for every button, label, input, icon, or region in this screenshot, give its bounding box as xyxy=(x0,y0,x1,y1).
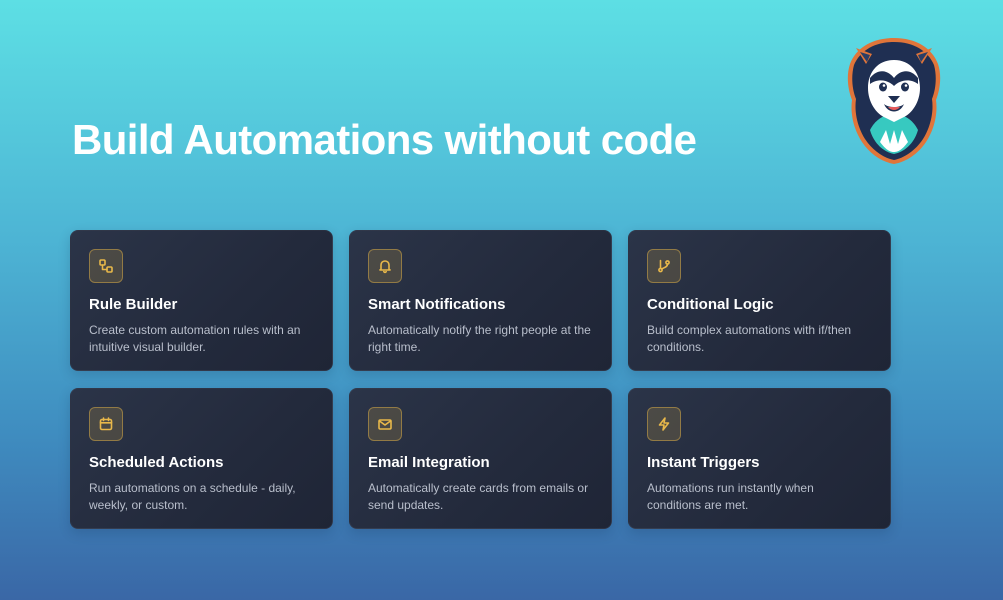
flow-blocks-icon xyxy=(89,249,123,283)
feature-title: Email Integration xyxy=(368,454,490,471)
feature-description: Automatically notify the right people at… xyxy=(368,323,591,354)
bell-icon xyxy=(368,249,402,283)
feature-card-rule-builder[interactable]: Rule Builder Create custom automation ru… xyxy=(70,230,333,371)
feature-card-email-integration[interactable]: Email Integration Automatically create c… xyxy=(349,388,612,529)
feature-description: Run automations on a schedule - daily, w… xyxy=(89,481,296,512)
feature-card-smart-notifications[interactable]: Smart Notifications Automatically notify… xyxy=(349,230,612,371)
page-title: Build Automations without code xyxy=(72,116,697,163)
feature-title: Conditional Logic xyxy=(647,296,774,313)
git-branch-icon xyxy=(647,249,681,283)
feature-title: Smart Notifications xyxy=(368,296,506,313)
feature-title: Rule Builder xyxy=(89,296,178,313)
mail-icon xyxy=(368,407,402,441)
feature-title: Instant Triggers xyxy=(647,454,760,471)
calendar-icon xyxy=(89,407,123,441)
lion-mascot-icon xyxy=(842,34,946,168)
feature-card-conditional-logic[interactable]: Conditional Logic Build complex automati… xyxy=(628,230,891,371)
feature-card-instant-triggers[interactable]: Instant Triggers Automations run instant… xyxy=(628,388,891,529)
feature-description: Automations run instantly when condition… xyxy=(647,481,814,512)
feature-title: Scheduled Actions xyxy=(89,454,224,471)
feature-description: Build complex automations with if/then c… xyxy=(647,323,852,354)
feature-card-scheduled-actions[interactable]: Scheduled Actions Run automations on a s… xyxy=(70,388,333,529)
feature-description: Create custom automation rules with an i… xyxy=(89,323,301,354)
feature-grid: Rule Builder Create custom automation ru… xyxy=(70,230,892,529)
feature-description: Automatically create cards from emails o… xyxy=(368,481,589,512)
lightning-icon xyxy=(647,407,681,441)
